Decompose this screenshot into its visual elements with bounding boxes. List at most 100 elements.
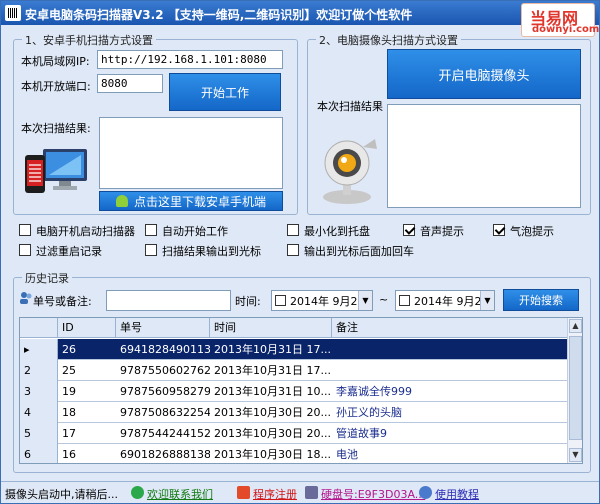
phone-result-area[interactable]	[99, 117, 283, 189]
date-to-checkbox[interactable]	[399, 295, 410, 306]
table-row[interactable]: 4 18 9787508632254 2013年10月30日 20... 孙正义…	[20, 402, 568, 423]
contact-icon	[131, 486, 144, 499]
phone-result-label: 本次扫描结果:	[21, 122, 91, 135]
chevron-down-icon[interactable]: ▼	[480, 291, 494, 310]
checkbox-autostart-on-boot[interactable]	[19, 224, 31, 236]
camera-scan-title: 2、电脑摄像头扫描方式设置	[316, 32, 461, 48]
option-label: 自动开始工作	[162, 225, 228, 238]
cell-number: 9787544244152	[120, 427, 210, 440]
status-message: 摄像头启动中,请稍后...	[5, 488, 118, 501]
disk-id: 硬盘号:E9F3D03A...	[321, 488, 426, 501]
webcam-icon	[323, 139, 377, 204]
option-label: 扫描结果输出到光标	[162, 245, 261, 258]
logo-url: downyi.com	[532, 24, 600, 35]
table-row[interactable]: 2 25 9787550602762 2013年10月31日 17...	[20, 360, 568, 381]
port-field[interactable]: 8080	[97, 74, 163, 93]
option-label: 音声提示	[420, 225, 464, 238]
row-indicator: 6	[20, 444, 58, 463]
table-header: ID 单号 时间 备注	[20, 318, 568, 338]
cell-note: 电池	[336, 448, 358, 461]
camera-result-area[interactable]	[387, 104, 581, 208]
checkbox-bubble-alert[interactable]	[493, 224, 505, 236]
status-bar: 摄像头启动中,请稍后... 欢迎联系我们 程序注册 硬盘号:E9F3D03A..…	[1, 481, 599, 503]
cell-id: 17	[62, 427, 76, 440]
cell-number: 9787550602762	[120, 364, 210, 377]
cell-note: 管道故事9	[336, 427, 387, 440]
cell-time: 2013年10月31日 17...	[214, 364, 331, 377]
option-label: 气泡提示	[510, 225, 554, 238]
cell-note	[332, 339, 568, 360]
window-title: 安卓电脑条码扫描器V3.2 【支持一维码,二维码识别】欢迎订做个性软件	[25, 8, 413, 22]
row-indicator: 4	[20, 402, 58, 423]
checkbox-auto-start-work[interactable]	[145, 224, 157, 236]
camera-result-label: 本次扫描结果	[317, 100, 383, 113]
date-separator: ~	[379, 293, 389, 306]
history-title: 历史记录	[22, 270, 72, 286]
cell-note	[332, 360, 568, 381]
checkbox-output-to-cursor[interactable]	[145, 244, 157, 256]
cell-time: 2013年10月30日 20...	[214, 406, 331, 419]
vertical-scrollbar[interactable]: ▲ ▼	[567, 318, 582, 463]
download-android-button[interactable]: 点击这里下载安卓手机端	[99, 191, 283, 211]
open-camera-button[interactable]: 开启电脑摄像头	[387, 49, 581, 99]
date-from-picker[interactable]: 2014年 9月22 ▼	[271, 290, 373, 311]
register-link[interactable]: 程序注册	[253, 486, 297, 502]
lan-ip-field[interactable]: http://192.168.1.101:8080	[97, 50, 283, 69]
search-label: 单号或备注:	[33, 295, 92, 308]
tutorial-link[interactable]: 使用教程	[435, 486, 479, 502]
time-label: 时间:	[235, 295, 261, 308]
row-header-corner	[20, 318, 58, 338]
checkbox-filter-restart[interactable]	[19, 244, 31, 256]
table-row[interactable]: 6 16 6901826888138 2013年10月30日 18... 电池	[20, 444, 568, 463]
option-label: 过滤重启记录	[36, 245, 102, 258]
date-from-checkbox[interactable]	[275, 295, 286, 306]
date-from-value: 2014年 9月22	[290, 295, 365, 308]
table-row[interactable]: 3 19 9787560958279 2013年10月31日 10... 李嘉诚…	[20, 381, 568, 402]
row-indicator: 3	[20, 381, 58, 402]
scroll-up-arrow-icon[interactable]: ▲	[569, 319, 582, 333]
column-header-id[interactable]: ID	[58, 318, 116, 338]
scroll-thumb[interactable]	[569, 336, 582, 440]
table-row[interactable]: 5 17 9787544244152 2013年10月30日 20... 管道故…	[20, 423, 568, 444]
table-row[interactable]: ▸ 26 6941828490113 2013年10月31日 17...	[20, 339, 568, 360]
option-label: 电脑开机启动扫描器	[36, 225, 135, 238]
site-logo: 当易网 downyi.com	[521, 3, 599, 37]
contact-link[interactable]: 欢迎联系我们	[147, 486, 213, 502]
search-input[interactable]	[106, 290, 231, 311]
cell-time: 2013年10月31日 17...	[214, 343, 331, 356]
start-work-button[interactable]: 开始工作	[169, 73, 281, 111]
cell-id: 26	[62, 343, 76, 356]
row-indicator: 2	[20, 360, 58, 381]
column-header-time[interactable]: 时间	[210, 318, 332, 338]
column-header-note[interactable]: 备注	[332, 318, 568, 338]
checkbox-append-enter[interactable]	[287, 244, 299, 256]
cell-time: 2013年10月30日 20...	[214, 427, 331, 440]
title-bar: 安卓电脑条码扫描器V3.2 【支持一维码,二维码识别】欢迎订做个性软件	[1, 1, 599, 25]
option-label: 最小化到托盘	[304, 225, 370, 238]
date-to-value: 2014年 9月22	[414, 295, 489, 308]
cell-time: 2013年10月31日 10...	[214, 385, 331, 398]
users-icon	[20, 292, 32, 304]
date-to-picker[interactable]: 2014年 9月22 ▼	[395, 290, 495, 311]
cell-note: 李嘉诚全传999	[336, 385, 412, 398]
chevron-down-icon[interactable]: ▼	[358, 291, 372, 310]
row-indicator: ▸	[20, 339, 58, 360]
app-barcode-icon	[5, 5, 21, 21]
search-button[interactable]: 开始搜索	[503, 289, 579, 311]
download-android-label: 点击这里下载安卓手机端	[133, 194, 266, 209]
scroll-down-arrow-icon[interactable]: ▼	[569, 448, 582, 462]
checkbox-sound-alert[interactable]	[403, 224, 415, 236]
cell-time: 2013年10月30日 18...	[214, 448, 331, 461]
cell-id: 18	[62, 406, 76, 419]
tutorial-icon	[419, 486, 432, 499]
cell-number: 6901826888138	[120, 448, 210, 461]
cell-note: 孙正义的头脑	[336, 406, 402, 419]
cell-id: 19	[62, 385, 76, 398]
cell-id: 25	[62, 364, 76, 377]
checkbox-minimize-to-tray[interactable]	[287, 224, 299, 236]
disk-icon	[305, 486, 318, 499]
cell-number: 9787560958279	[120, 385, 210, 398]
cell-id: 16	[62, 448, 76, 461]
row-indicator: 5	[20, 423, 58, 444]
column-header-number[interactable]: 单号	[116, 318, 210, 338]
